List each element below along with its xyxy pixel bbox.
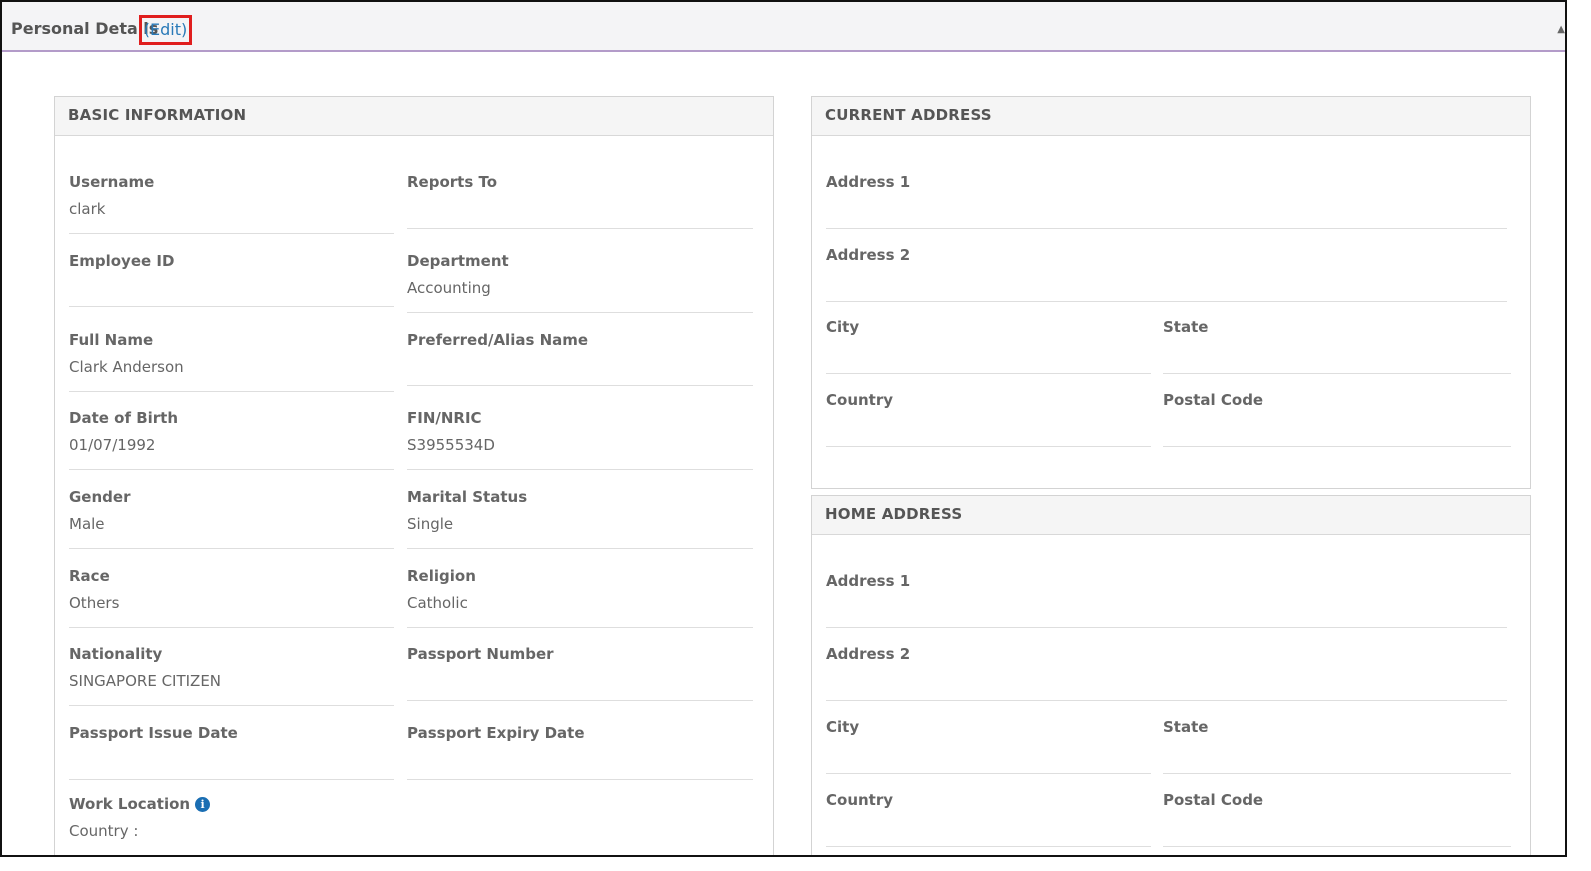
field-label: Department — [407, 252, 509, 270]
field-value: Male — [69, 515, 105, 533]
field-label: State — [1163, 318, 1209, 336]
field-label: Gender — [69, 488, 131, 506]
field-label: City — [826, 718, 860, 736]
field-value: Clark Anderson — [69, 358, 184, 376]
field-passport-issue-date: Passport Issue Date — [69, 724, 394, 780]
field-label: Passport Issue Date — [69, 724, 238, 742]
field-value: S3955534D — [407, 436, 495, 454]
field-department: Department Accounting — [407, 252, 753, 313]
field-label: Preferred/Alias Name — [407, 331, 589, 349]
field-address-1: Address 1 — [826, 572, 1507, 628]
field-label: Username — [69, 173, 155, 191]
field-label: Marital Status — [407, 488, 528, 506]
field-label: Reports To — [407, 173, 498, 191]
field-label: Date of Birth — [69, 409, 179, 427]
field-nationality: Nationality SINGAPORE CITIZEN — [69, 645, 394, 706]
field-label: Employee ID — [69, 252, 175, 270]
field-label: Address 2 — [826, 246, 911, 264]
field-address-2: Address 2 — [826, 645, 1507, 701]
field-label: Religion — [407, 567, 476, 585]
field-label: City — [826, 318, 860, 336]
field-country: Country — [826, 391, 1151, 447]
panel-header: BASIC INFORMATION — [55, 97, 773, 136]
field-value: Catholic — [407, 594, 468, 612]
field-postal-code: Postal Code — [1163, 391, 1511, 447]
field-value: 01/07/1992 — [69, 436, 156, 454]
field-preferred-alias-name: Preferred/Alias Name — [407, 331, 753, 386]
work-location-label: Work Location — [69, 795, 191, 813]
panel-header: CURRENT ADDRESS — [812, 97, 1530, 136]
field-state: State — [1163, 718, 1511, 774]
field-label: Country — [826, 391, 894, 409]
personal-details-page: Personal Details (Edit) ▲ BASIC INFORMAT… — [0, 0, 1567, 857]
info-icon[interactable]: i — [195, 797, 211, 812]
panel-title: HOME ADDRESS — [825, 505, 963, 523]
field-reports-to: Reports To — [407, 173, 753, 229]
field-address-2: Address 2 — [826, 246, 1507, 302]
field-address-1: Address 1 — [826, 173, 1507, 229]
field-label: Postal Code — [1163, 791, 1264, 809]
field-work-location: Work Location i Country : — [69, 795, 394, 855]
section-title: Personal Details — [11, 19, 159, 38]
field-value: Single — [407, 515, 454, 533]
field-label: Postal Code — [1163, 391, 1264, 409]
field-postal-code: Postal Code — [1163, 791, 1511, 847]
field-state: State — [1163, 318, 1511, 374]
field-label: Passport Number — [407, 645, 554, 663]
field-passport-number: Passport Number — [407, 645, 753, 701]
field-city: City — [826, 718, 1151, 774]
field-gender: Gender Male — [69, 488, 394, 549]
chevron-up-icon[interactable]: ▲ — [1557, 24, 1565, 35]
field-value: Accounting — [407, 279, 491, 297]
basic-information-panel: BASIC INFORMATION Username clark Reports… — [54, 96, 774, 855]
field-username: Username clark — [69, 173, 394, 234]
field-value: SINGAPORE CITIZEN — [69, 672, 222, 690]
field-label: Address 1 — [826, 173, 911, 191]
field-label: Nationality — [69, 645, 163, 663]
field-race: Race Others — [69, 567, 394, 628]
home-address-panel: HOME ADDRESS Address 1 Address 2 City St… — [811, 495, 1531, 855]
field-label: State — [1163, 718, 1209, 736]
field-label: Address 1 — [826, 572, 911, 590]
field-date-of-birth: Date of Birth 01/07/1992 — [69, 409, 394, 470]
field-marital-status: Marital Status Single — [407, 488, 753, 549]
edit-link[interactable]: (Edit) — [139, 15, 192, 45]
field-full-name: Full Name Clark Anderson — [69, 331, 394, 392]
field-city: City — [826, 318, 1151, 374]
field-employee-id: Employee ID — [69, 252, 394, 307]
current-address-panel: CURRENT ADDRESS Address 1 Address 2 City… — [811, 96, 1531, 489]
field-label: Address 2 — [826, 645, 911, 663]
section-header: Personal Details (Edit) ▲ — [2, 2, 1565, 52]
panel-header: HOME ADDRESS — [812, 496, 1530, 535]
field-label: Passport Expiry Date — [407, 724, 585, 742]
field-value: clark — [69, 200, 106, 218]
field-label: Country — [826, 791, 894, 809]
field-religion: Religion Catholic — [407, 567, 753, 628]
field-value: Country : — [69, 822, 139, 840]
field-fin-nric: FIN/NRIC S3955534D — [407, 409, 753, 470]
field-country: Country — [826, 791, 1151, 847]
field-label: FIN/NRIC — [407, 409, 482, 427]
field-label: Race — [69, 567, 110, 585]
field-label: Full Name — [69, 331, 154, 349]
panel-title: CURRENT ADDRESS — [825, 106, 992, 124]
panel-title: BASIC INFORMATION — [68, 106, 247, 124]
field-label: Work Location i — [69, 795, 211, 813]
field-passport-expiry-date: Passport Expiry Date — [407, 724, 753, 780]
field-value: Others — [69, 594, 120, 612]
